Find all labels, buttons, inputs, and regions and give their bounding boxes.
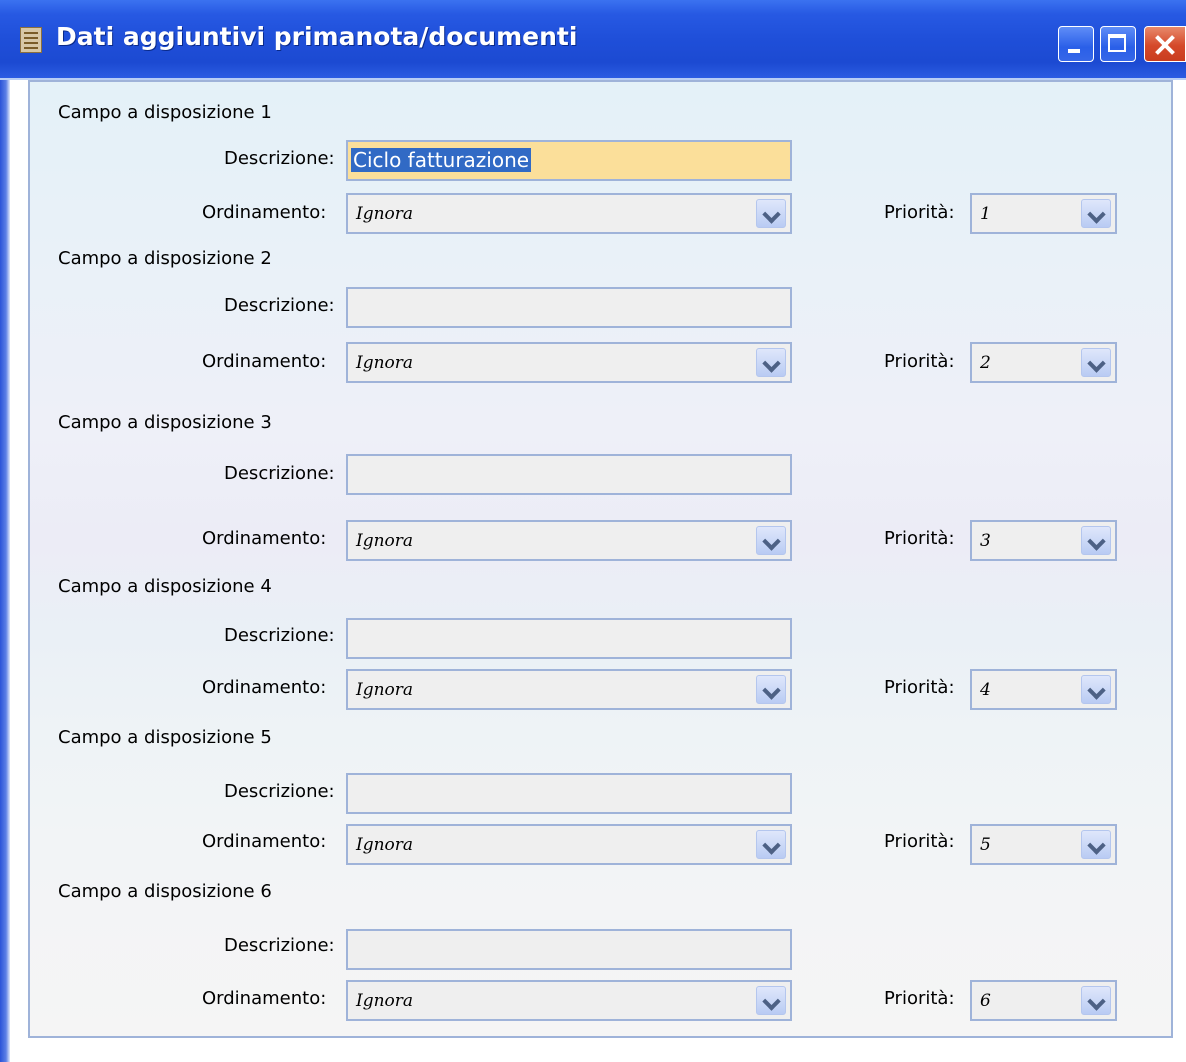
- priorita-select[interactable]: 1: [970, 193, 1117, 234]
- priorita-label: Priorità:: [884, 831, 955, 852]
- priorita-select[interactable]: 6: [970, 980, 1117, 1021]
- ordinamento-label: Ordinamento:: [202, 677, 327, 698]
- priorita-label: Priorità:: [884, 202, 955, 223]
- ordinamento-label: Ordinamento:: [202, 202, 327, 223]
- ordinamento-label: Ordinamento:: [202, 988, 327, 1009]
- descrizione-input[interactable]: [346, 454, 792, 495]
- chevron-down-icon[interactable]: [1081, 986, 1111, 1015]
- priorita-select[interactable]: 2: [970, 342, 1117, 383]
- ordinamento-value: Ignora: [356, 835, 414, 855]
- chevron-down-icon[interactable]: [1081, 199, 1111, 228]
- ordinamento-select[interactable]: Ignora: [346, 669, 792, 710]
- descrizione-label: Descrizione:: [224, 148, 335, 169]
- chevron-down-icon[interactable]: [1081, 830, 1111, 859]
- window-title: Dati aggiuntivi primanota/documenti: [56, 22, 578, 51]
- chevron-down-icon[interactable]: [1081, 526, 1111, 555]
- descrizione-label: Descrizione:: [224, 935, 335, 956]
- chevron-down-icon[interactable]: [756, 348, 786, 377]
- maximize-button[interactable]: [1100, 26, 1136, 62]
- descrizione-input[interactable]: [346, 929, 792, 970]
- priorita-value: 1: [980, 204, 991, 224]
- field-title: Campo a disposizione 4: [58, 576, 272, 597]
- chevron-down-icon[interactable]: [756, 199, 786, 228]
- chevron-down-icon[interactable]: [1081, 348, 1111, 377]
- ordinamento-select[interactable]: Ignora: [346, 980, 792, 1021]
- descrizione-label: Descrizione:: [224, 781, 335, 802]
- ordinamento-value: Ignora: [356, 680, 414, 700]
- priorita-select[interactable]: 5: [970, 824, 1117, 865]
- field-title: Campo a disposizione 6: [58, 881, 272, 902]
- ordinamento-label: Ordinamento:: [202, 831, 327, 852]
- chevron-down-icon[interactable]: [756, 526, 786, 555]
- ordinamento-select[interactable]: Ignora: [346, 342, 792, 383]
- close-button[interactable]: [1144, 26, 1186, 62]
- priorita-value: 6: [980, 991, 991, 1011]
- descrizione-label: Descrizione:: [224, 625, 335, 646]
- priorita-value: 2: [980, 353, 991, 373]
- ordinamento-label: Ordinamento:: [202, 351, 327, 372]
- descrizione-input[interactable]: [346, 287, 792, 328]
- priorita-value: 3: [980, 531, 991, 551]
- descrizione-input[interactable]: [346, 618, 792, 659]
- ordinamento-select[interactable]: Ignora: [346, 520, 792, 561]
- descrizione-value: Ciclo fatturazione: [351, 148, 532, 172]
- ordinamento-value: Ignora: [356, 353, 414, 373]
- field-title: Campo a disposizione 5: [58, 727, 272, 748]
- ordinamento-select[interactable]: Ignora: [346, 193, 792, 234]
- priorita-label: Priorità:: [884, 677, 955, 698]
- ordinamento-value: Ignora: [356, 991, 414, 1011]
- ordinamento-value: Ignora: [356, 531, 414, 551]
- priorita-value: 5: [980, 835, 991, 855]
- fields-panel: Campo a disposizione 1 Descrizione: Cicl…: [28, 80, 1173, 1038]
- dialog-window: Dati aggiuntivi primanota/documenti Camp…: [0, 0, 1186, 1062]
- field-title: Campo a disposizione 1: [58, 102, 272, 123]
- priorita-label: Priorità:: [884, 351, 955, 372]
- chevron-down-icon[interactable]: [756, 830, 786, 859]
- priorita-select[interactable]: 4: [970, 669, 1117, 710]
- descrizione-label: Descrizione:: [224, 463, 335, 484]
- chevron-down-icon[interactable]: [756, 986, 786, 1015]
- ordinamento-value: Ignora: [356, 204, 414, 224]
- descrizione-label: Descrizione:: [224, 295, 335, 316]
- ordinamento-select[interactable]: Ignora: [346, 824, 792, 865]
- document-icon: [20, 27, 42, 53]
- window-frame-left: [0, 80, 10, 1062]
- field-title: Campo a disposizione 2: [58, 248, 272, 269]
- priorita-select[interactable]: 3: [970, 520, 1117, 561]
- priorita-label: Priorità:: [884, 528, 955, 549]
- chevron-down-icon[interactable]: [1081, 675, 1111, 704]
- dialog-client-area: Campo a disposizione 1 Descrizione: Cicl…: [10, 80, 1186, 1062]
- minimize-button[interactable]: [1058, 26, 1094, 62]
- field-title: Campo a disposizione 3: [58, 412, 272, 433]
- descrizione-input[interactable]: Ciclo fatturazione: [346, 140, 792, 181]
- descrizione-input[interactable]: [346, 773, 792, 814]
- priorita-value: 4: [980, 680, 991, 700]
- chevron-down-icon[interactable]: [756, 675, 786, 704]
- priorita-label: Priorità:: [884, 988, 955, 1009]
- ordinamento-label: Ordinamento:: [202, 528, 327, 549]
- title-bar[interactable]: Dati aggiuntivi primanota/documenti: [0, 0, 1186, 80]
